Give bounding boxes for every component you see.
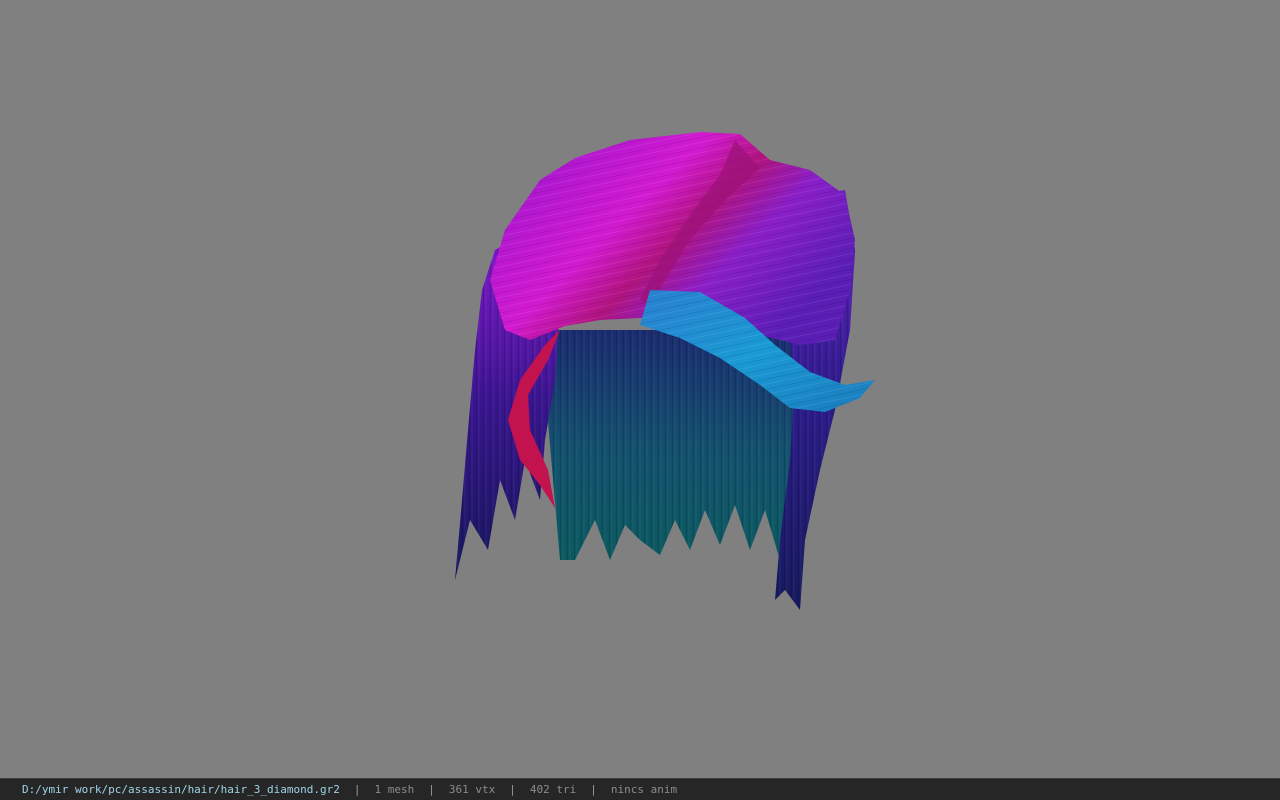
3d-viewport[interactable]: [0, 0, 1280, 778]
status-separator: |: [353, 783, 361, 796]
status-bar: D:/ymir work/pc/assassin/hair/hair_3_dia…: [0, 778, 1280, 800]
status-separator: |: [428, 783, 435, 796]
status-separator: |: [509, 783, 516, 796]
model-file-path: D:/ymir work/pc/assassin/hair/hair_3_dia…: [22, 783, 340, 796]
status-separator: |: [590, 783, 597, 796]
vertex-count: 361 vtx: [448, 783, 496, 796]
hair-model-render[interactable]: [0, 0, 1280, 778]
mesh-count: 1 mesh: [374, 783, 415, 796]
triangle-count: 402 tri: [529, 783, 577, 796]
animation-status: nincs anim: [610, 783, 678, 796]
